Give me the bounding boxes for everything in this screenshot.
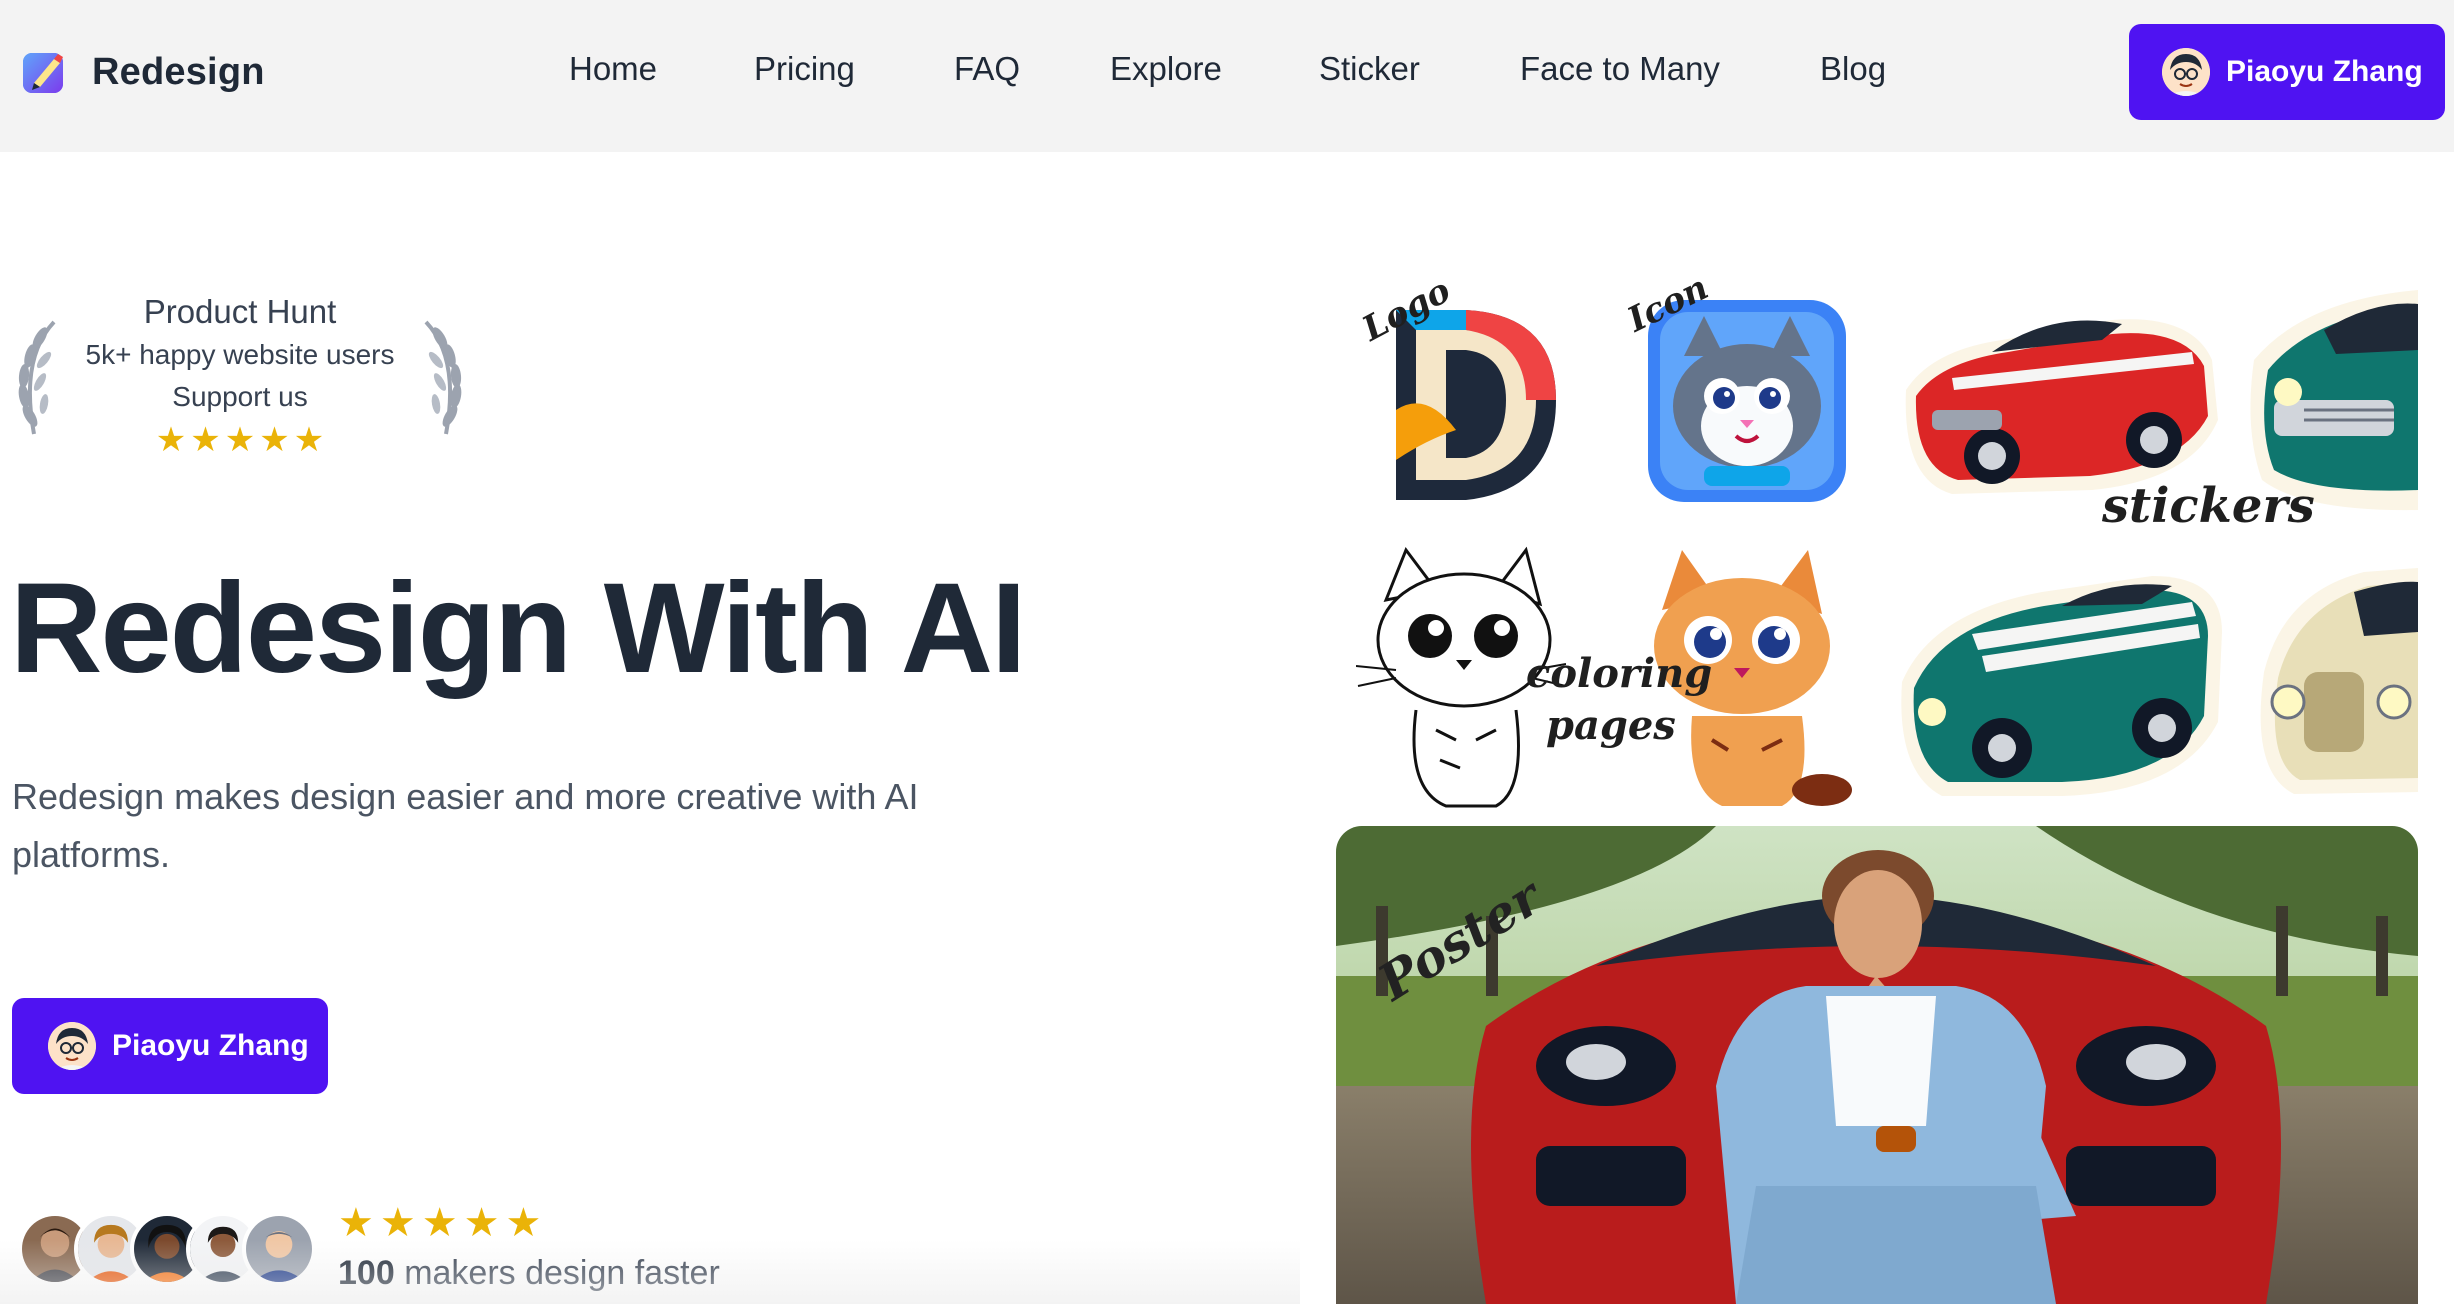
maker-count-text: 100 makers design faster (338, 1254, 720, 1293)
maker-avatars (18, 1212, 316, 1286)
badge-stars: ★ ★ ★ ★ ★ (70, 422, 410, 458)
red-car-sticker (1905, 319, 2218, 494)
nav-face-to-many[interactable]: Face to Many (1520, 50, 1720, 88)
badge-support: Support us (172, 381, 308, 412)
star-icon: ★ (421, 1201, 458, 1245)
star-icon: ★ (259, 421, 290, 459)
star-icon: ★ (338, 1201, 374, 1245)
maker-count: 100 (338, 1254, 395, 1292)
nav-home[interactable]: Home (569, 50, 657, 88)
star-icon: ★ (155, 421, 187, 459)
user-avatar (48, 1022, 96, 1070)
top-navbar: Redesign Home Pricing FAQ Explore Sticke… (0, 0, 2454, 152)
brand-logo[interactable]: Redesign (20, 47, 265, 97)
laurel-left-icon (18, 320, 56, 435)
maker-count-label: makers design faster (404, 1254, 720, 1292)
star-icon: ★ (293, 421, 325, 459)
star-icon: ★ (463, 1201, 500, 1245)
nav-sticker[interactable]: Sticker (1319, 50, 1420, 88)
user-account-button[interactable]: Piaoyu Zhang (2129, 24, 2445, 120)
nav-faq[interactable]: FAQ (954, 50, 1020, 88)
icon-sample-image (1648, 300, 1846, 502)
brand-name: Redesign (92, 50, 265, 93)
green-car-sticker (1901, 576, 2222, 796)
badge-title: Product Hunt (143, 293, 337, 330)
social-proof: ★ ★ ★ ★ ★ 100 makers design faster (338, 1202, 720, 1293)
hero-subtitle: Redesign makes design easier and more cr… (12, 776, 919, 875)
user-avatar (2162, 48, 2210, 96)
star-icon: ★ (505, 1201, 542, 1245)
rating-stars: ★ ★ ★ ★ ★ (338, 1202, 720, 1244)
coloring-label: coloring (1526, 650, 1713, 697)
pages-label: pages (1546, 702, 1676, 749)
nav-explore[interactable]: Explore (1110, 50, 1222, 88)
avatar-icon (48, 1022, 96, 1070)
badge-users: 5k+ happy website users (85, 339, 395, 370)
avatar-icon (2162, 48, 2210, 96)
cta-user-name: Piaoyu Zhang (112, 1029, 309, 1062)
user-name: Piaoyu Zhang (2226, 55, 2423, 88)
vintage-car-sticker (2260, 568, 2418, 794)
hero-cta-button[interactable]: Piaoyu Zhang (12, 998, 328, 1094)
hero-title: Redesign With AI (10, 557, 1027, 700)
maker-avatar (242, 1212, 316, 1286)
showcase-gallery: Logo Icon stickers coloring pages Poster (1336, 268, 2418, 1304)
brand-logo-icon (23, 53, 63, 93)
star-icon: ★ (190, 421, 221, 459)
star-icon: ★ (224, 421, 256, 459)
nav-pricing[interactable]: Pricing (754, 50, 855, 88)
product-hunt-badge[interactable]: Product Hunt 5k+ happy website users Sup… (10, 290, 470, 460)
stickers-label: stickers (2102, 478, 2315, 534)
laurel-right-icon (424, 320, 462, 435)
star-icon: ★ (379, 1201, 416, 1245)
nav-blog[interactable]: Blog (1820, 50, 1886, 88)
